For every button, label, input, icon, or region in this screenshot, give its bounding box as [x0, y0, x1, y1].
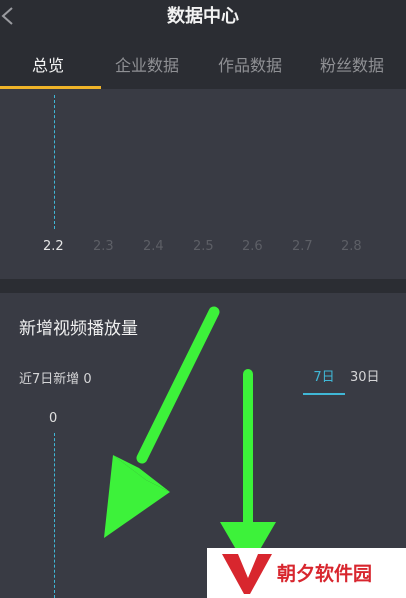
x-tick-label[interactable]: 2.5: [193, 239, 214, 254]
tab-fans-data[interactable]: 粉丝数据: [320, 52, 384, 76]
x-tick-label[interactable]: 2.6: [242, 239, 263, 254]
period-7-day-button[interactable]: 7日: [303, 366, 345, 385]
recent-summary: 近7日新增 0: [19, 372, 92, 387]
watermark-text: 朝夕软件园: [277, 563, 373, 585]
page-title: 数据中心: [167, 6, 239, 27]
watermark: 朝夕软件园: [207, 548, 406, 598]
x-tick-label[interactable]: 2.8: [341, 239, 362, 254]
tab-works-data[interactable]: 作品数据: [218, 52, 282, 76]
selected-date-marker: [54, 95, 55, 229]
x-tick-label[interactable]: 2.4: [143, 239, 164, 254]
tab-enterprise-data[interactable]: 企业数据: [115, 52, 179, 76]
period-30-day-button[interactable]: 30日: [350, 366, 380, 385]
period-active-indicator: [303, 393, 345, 395]
y-axis-value: 0: [49, 411, 58, 426]
tab-overview[interactable]: 总览: [32, 52, 64, 76]
top-bar: 数据中心: [0, 0, 406, 40]
selected-date-marker: [54, 433, 55, 598]
x-tick-label[interactable]: 2.3: [93, 239, 114, 254]
overview-chart-card: 2.2 2.3 2.4 2.5 2.6 2.7 2.8: [0, 89, 406, 279]
x-tick-label[interactable]: 2.2: [43, 239, 64, 254]
section-divider: [0, 279, 406, 293]
x-tick-label[interactable]: 2.7: [292, 239, 313, 254]
section-title: 新增视频播放量: [19, 319, 138, 339]
watermark-logo-icon: [222, 554, 272, 594]
tab-bar: 总览 企业数据 作品数据 粉丝数据: [0, 40, 406, 90]
